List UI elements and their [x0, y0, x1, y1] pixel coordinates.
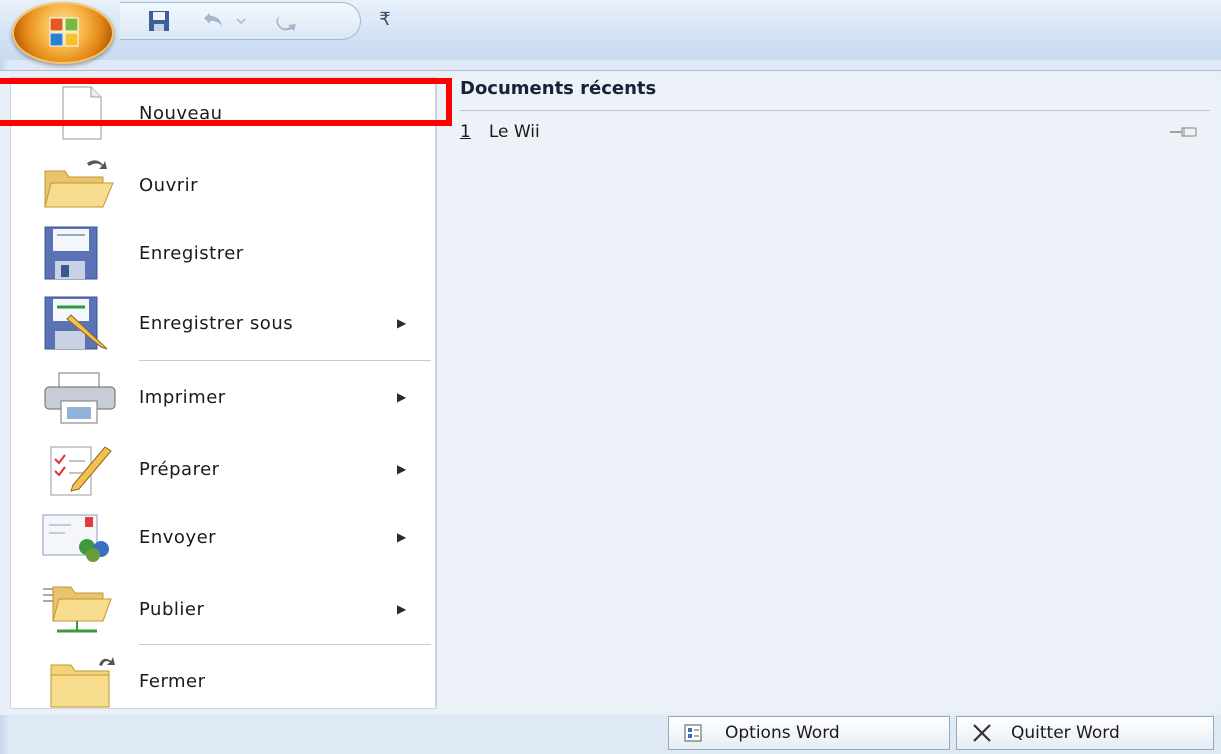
- open-folder-icon: [44, 160, 114, 208]
- menu-item-fermer[interactable]: Fermer: [11, 646, 435, 716]
- redo-icon: [276, 16, 296, 31]
- undo-button[interactable]: [196, 7, 230, 35]
- publish-icon: [43, 586, 112, 633]
- quick-save-button[interactable]: [144, 7, 174, 35]
- menu-separator: [139, 360, 431, 361]
- send-icon: [42, 514, 109, 562]
- undo-dropdown-button[interactable]: [232, 7, 250, 35]
- menu-separator: [139, 644, 431, 645]
- menu-item-preparer[interactable]: Préparer ▶: [11, 434, 435, 504]
- menu-item-label: Envoyer: [139, 526, 217, 548]
- pin-icon[interactable]: [1168, 124, 1200, 140]
- chevron-down-icon: [236, 18, 246, 25]
- recent-documents-divider: [460, 110, 1210, 111]
- save-icon: [44, 226, 98, 280]
- quick-access-toolbar: [120, 2, 361, 40]
- menu-item-label: Ouvrir: [139, 174, 199, 196]
- office-logo-icon: [49, 17, 79, 47]
- command-list: Nouveau Ouvrir Enregistrer Enregistrer s…: [10, 77, 436, 709]
- customize-quick-access-button[interactable]: ₹: [374, 6, 396, 32]
- menu-item-label: Préparer: [139, 458, 220, 480]
- prepare-document-icon: [50, 446, 112, 496]
- office-button[interactable]: [12, 2, 114, 64]
- submenu-arrow-icon: ▶: [397, 390, 407, 404]
- highlight-box: [0, 78, 452, 126]
- menu-item-label: Publier: [139, 598, 205, 620]
- recent-documents-title: Documents récents: [460, 78, 657, 99]
- submenu-arrow-icon: ▶: [397, 530, 407, 544]
- menu-item-imprimer[interactable]: Imprimer ▶: [11, 362, 435, 432]
- menu-item-label: Imprimer: [139, 386, 226, 408]
- options-word-label: Options Word: [725, 723, 840, 743]
- options-word-button[interactable]: Options Word: [668, 716, 950, 750]
- printer-icon: [44, 372, 116, 424]
- close-icon: [973, 724, 991, 742]
- save-as-icon: [44, 296, 108, 350]
- menu-item-label: Fermer: [139, 670, 206, 692]
- close-folder-icon: [50, 657, 115, 708]
- menu-item-envoyer[interactable]: Envoyer ▶: [11, 502, 435, 572]
- submenu-arrow-icon: ▶: [397, 602, 407, 616]
- recent-document-item[interactable]: 1 Le Wii: [460, 120, 1210, 144]
- redo-button[interactable]: [270, 7, 304, 35]
- submenu-arrow-icon: ▶: [397, 462, 407, 476]
- options-icon: [684, 724, 702, 742]
- save-icon: [149, 11, 169, 31]
- quit-word-label: Quitter Word: [1011, 723, 1120, 743]
- office-menu: Nouveau Ouvrir Enregistrer Enregistrer s…: [0, 70, 1221, 715]
- recent-document-number: 1: [460, 122, 471, 142]
- menu-item-enregistrer[interactable]: Enregistrer: [11, 218, 435, 288]
- customize-icon: ₹: [379, 8, 391, 30]
- recent-document-name: Le Wii: [488, 122, 540, 142]
- menu-item-label: Enregistrer sous: [139, 312, 294, 334]
- menu-item-enregistrer-sous[interactable]: Enregistrer sous ▶: [11, 288, 435, 358]
- menu-item-ouvrir[interactable]: Ouvrir: [11, 150, 435, 220]
- menu-item-label: Enregistrer: [139, 242, 244, 264]
- undo-icon: [204, 13, 222, 26]
- quit-word-button[interactable]: Quitter Word: [956, 716, 1214, 750]
- submenu-arrow-icon: ▶: [397, 316, 407, 330]
- menu-item-publier[interactable]: Publier ▶: [11, 574, 435, 644]
- recent-documents-panel: [436, 77, 1217, 707]
